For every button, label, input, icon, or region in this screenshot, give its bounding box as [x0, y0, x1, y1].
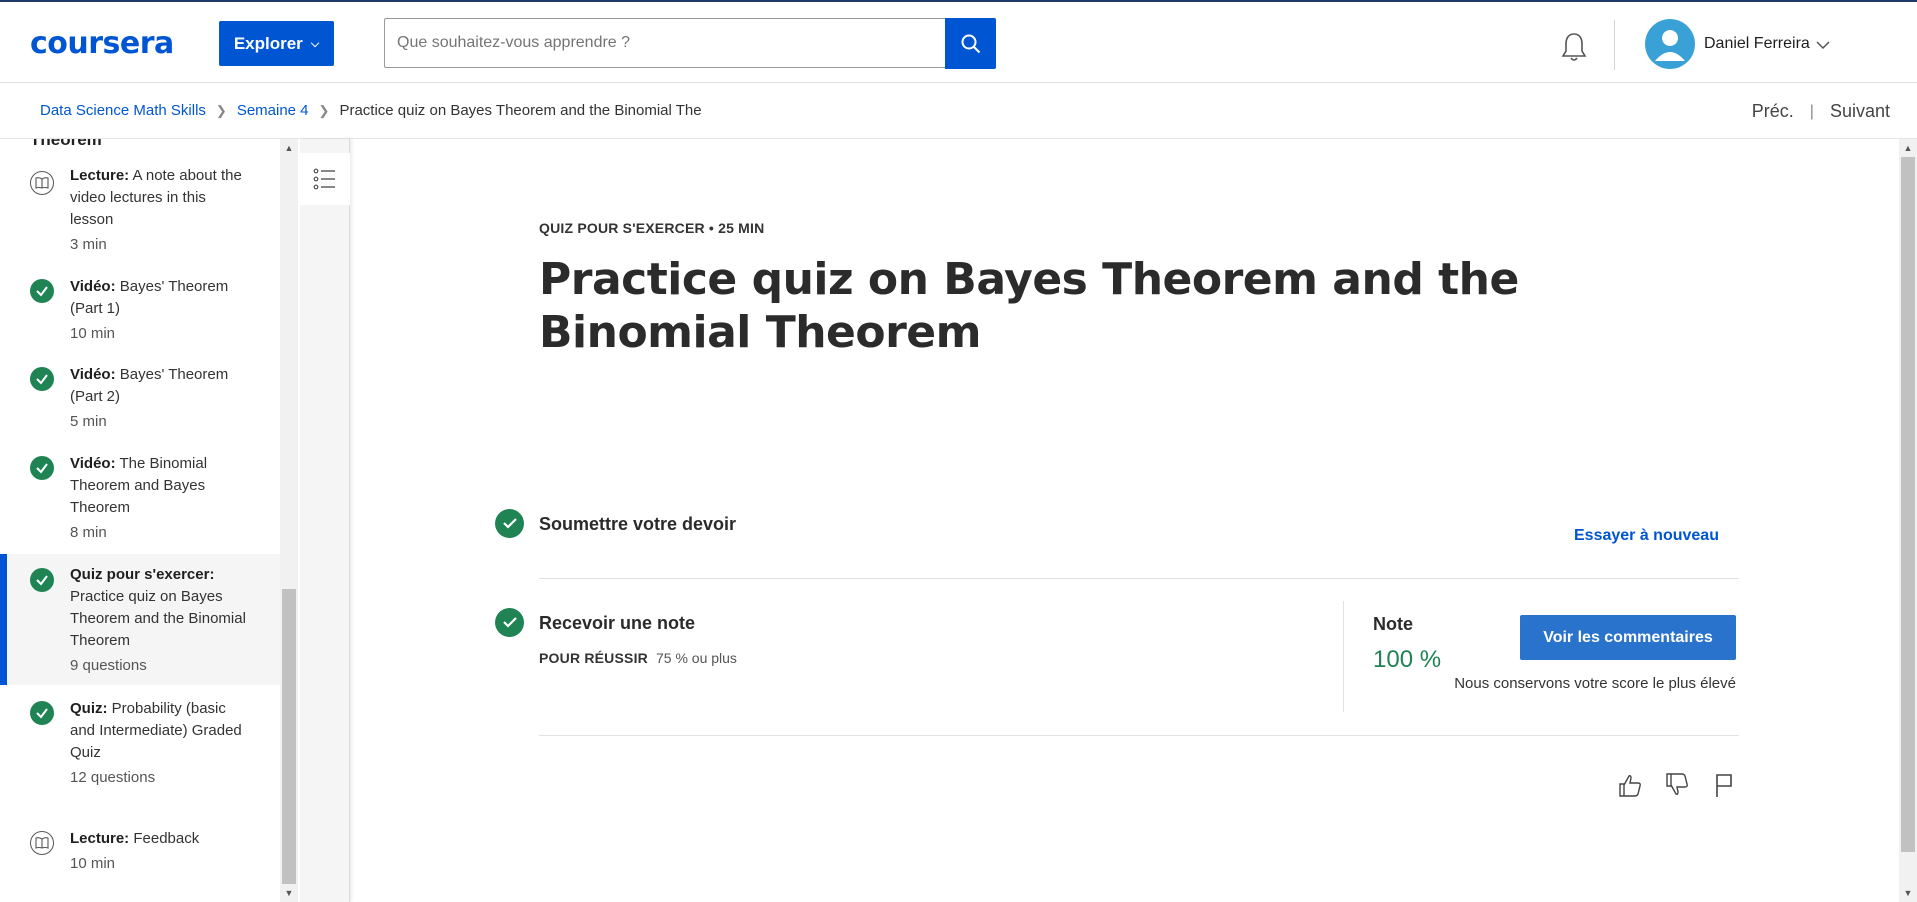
sidebar-item[interactable]: Vidéo: Bayes' Theorem (Part 1) 10 min [0, 278, 280, 342]
book-icon [30, 171, 54, 195]
divider [539, 578, 1739, 579]
sidebar-item-text: Quiz pour s'exercer: Practice quiz on Ba… [70, 566, 246, 674]
view-feedback-button[interactable]: Voir les commentaires [1520, 615, 1736, 660]
check-icon [30, 701, 54, 725]
user-icon [1655, 30, 1685, 61]
breadcrumb-course[interactable]: Data Science Math Skills [40, 102, 206, 119]
check-icon [30, 568, 54, 592]
scrollbar-thumb[interactable] [1901, 157, 1915, 852]
chevron-down-icon[interactable] [1816, 37, 1830, 55]
prev-button[interactable]: Préc. [1752, 101, 1794, 122]
divider [539, 735, 1739, 736]
next-button[interactable]: Suivant [1830, 101, 1890, 122]
check-icon [30, 456, 54, 480]
course-outline-sidebar: Theorem Lecture: A note about the video … [0, 139, 280, 902]
book-icon [30, 831, 54, 855]
explore-label: Explorer [233, 33, 303, 53]
bell-icon [1561, 33, 1587, 61]
notification-button[interactable] [1557, 30, 1591, 64]
receive-step-title: Recevoir une note [539, 613, 696, 633]
check-icon [495, 509, 524, 538]
main-scrollbar[interactable]: ▲ ▼ [1899, 139, 1917, 902]
username[interactable]: Daniel Ferreira [1704, 35, 1810, 53]
search-icon [961, 34, 980, 53]
page-title: Practice quiz on Bayes Theorem and the B… [539, 254, 1519, 358]
submit-step-title: Soumettre votre devoir [539, 514, 737, 534]
sidebar-section-title: Theorem [30, 139, 102, 149]
search-input[interactable] [384, 18, 946, 68]
retry-link[interactable]: Essayer à nouveau [1574, 527, 1719, 545]
sidebar-item-text: Lecture: A note about the video lectures… [70, 167, 242, 253]
top-header: coursera Explorer ⌵ Daniel Ferreira [0, 2, 1917, 83]
thumbs-down-icon[interactable] [1663, 771, 1690, 798]
breadcrumb-week[interactable]: Semaine 4 [237, 102, 309, 119]
search-button[interactable] [945, 18, 996, 69]
scrollbar-thumb[interactable] [282, 589, 296, 884]
avatar[interactable] [1645, 19, 1695, 69]
flag-icon[interactable] [1710, 771, 1737, 798]
sidebar-item-text: Lecture: Feedback 10 min [70, 830, 200, 872]
sidebar-item[interactable]: Vidéo: Bayes' Theorem (Part 2) 5 min [0, 366, 280, 430]
item-kicker: QUIZ POUR S'EXERCER • 25 MIN [539, 220, 765, 236]
sidebar-item[interactable]: Lecture: A note about the video lectures… [0, 165, 280, 253]
outline-toggle-button[interactable] [300, 153, 350, 205]
check-icon [495, 608, 524, 637]
outline-toggle-rail [300, 139, 350, 902]
keep-highest-note: Nous conservons votre score le plus élev… [1454, 675, 1736, 692]
sidebar-scrollbar[interactable]: ▲ ▼ [280, 139, 298, 902]
chevron-down-icon: ⌵ [310, 38, 320, 50]
chevron-right-icon: ❯ [318, 102, 330, 118]
check-icon [30, 367, 54, 391]
sidebar-item[interactable]: Lecture: Feedback 10 min [0, 830, 280, 891]
sidebar-item-text: Vidéo: Bayes' Theorem (Part 1) 10 min [70, 278, 229, 342]
breadcrumb-current: Practice quiz on Bayes Theorem and the B… [339, 102, 702, 119]
sidebar-item-text: Vidéo: Bayes' Theorem (Part 2) 5 min [70, 366, 229, 430]
sidebar-item-active[interactable]: Quiz pour s'exercer: Practice quiz on Ba… [0, 554, 280, 685]
sidebar-item[interactable]: Vidéo: The Binomial Theorem and Bayes Th… [0, 455, 280, 541]
feedback-icons [1616, 771, 1737, 798]
grade-value: 100 % [1373, 646, 1442, 673]
scroll-down-arrow-icon[interactable]: ▼ [280, 884, 298, 902]
check-icon [30, 279, 54, 303]
sidebar-item-text: Vidéo: The Binomial Theorem and Bayes Th… [70, 455, 208, 541]
coursera-logo[interactable]: coursera [30, 26, 174, 61]
chevron-right-icon: ❯ [215, 102, 227, 118]
scroll-up-arrow-icon[interactable]: ▲ [1899, 139, 1917, 157]
scroll-up-arrow-icon[interactable]: ▲ [280, 139, 298, 157]
grade-label: Note [1373, 614, 1413, 634]
nav-separator: | [1809, 102, 1814, 120]
sidebar-item[interactable]: Quiz: Probability (basic and Intermediat… [0, 700, 280, 805]
prev-next-nav: Préc. | Suivant [1752, 101, 1890, 122]
explore-button[interactable]: Explorer ⌵ [219, 21, 334, 66]
thumbs-up-icon[interactable] [1616, 771, 1643, 798]
grade-divider [1343, 601, 1344, 712]
breadcrumb-bar: Data Science Math Skills ❯ Semaine 4 ❯ P… [0, 84, 1917, 139]
main-content: QUIZ POUR S'EXERCER • 25 MIN Practice qu… [352, 139, 1897, 902]
pass-threshold: POUR RÉUSSIR 75 % ou plus [539, 650, 737, 666]
sidebar-item-text: Quiz: Probability (basic and Intermediat… [70, 700, 242, 786]
scroll-down-arrow-icon[interactable]: ▼ [1899, 884, 1917, 902]
breadcrumb: Data Science Math Skills ❯ Semaine 4 ❯ P… [40, 102, 702, 119]
list-icon [313, 168, 335, 190]
header-divider [1614, 20, 1615, 70]
